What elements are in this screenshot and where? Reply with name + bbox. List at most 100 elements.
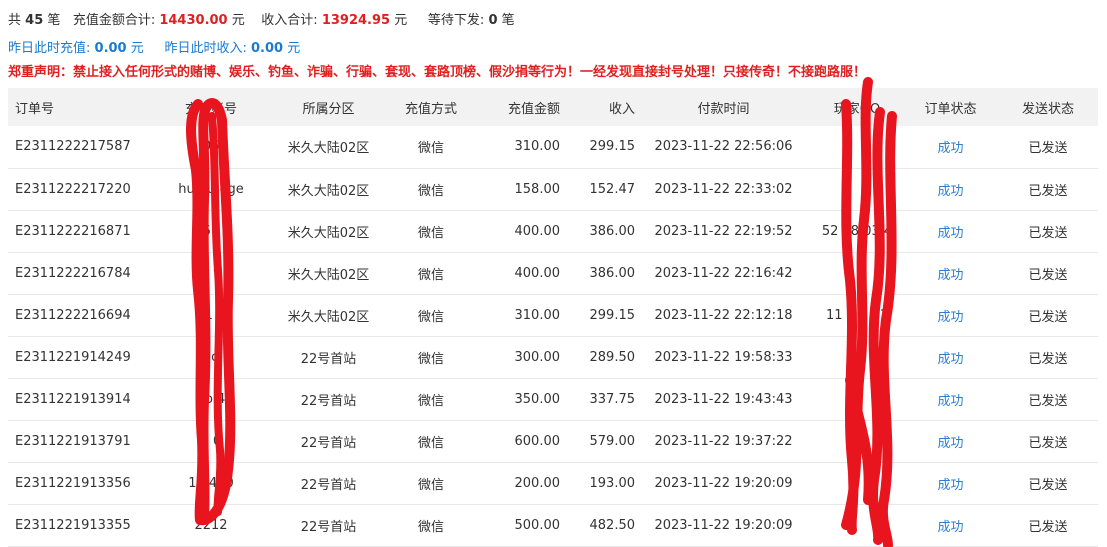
cell-order-id: E2311221914249 <box>15 349 131 365</box>
cell-order-status[interactable]: 成功 <box>903 504 998 546</box>
cell-amount: 400.00 <box>514 265 561 281</box>
cell-zone: 米久大陆02区 <box>287 141 370 157</box>
yesterday-bar: 昨日此时充值: 0.00 元 昨日此时收入: 0.00 元 <box>8 37 300 56</box>
col-account[interactable]: 充值账号 <box>156 88 266 126</box>
cell-amount: 350.00 <box>514 391 561 407</box>
cell-order-id: E2311222216694 <box>15 307 131 323</box>
cell-income: 386.00 <box>589 223 636 239</box>
cell-method: 微信 <box>417 267 444 283</box>
cell-income: 289.50 <box>589 349 636 365</box>
cell-send-status: 已发送 <box>1028 141 1068 157</box>
cell-amount: 310.00 <box>514 139 561 155</box>
cell-player-qq <box>811 462 903 504</box>
col-income[interactable]: 收入 <box>561 88 636 126</box>
table-row: E2311221913791 6 0 22号首站 微信 600.00 579.00 2023… <box>8 420 1098 462</box>
cell-method: 微信 <box>417 309 444 325</box>
cell-account: 12 430 <box>188 475 234 491</box>
cell-method: 微信 <box>417 477 444 493</box>
col-order-status[interactable]: 订单状态 <box>903 88 998 126</box>
cell-income: 579.00 <box>589 433 636 449</box>
cell-zone: 米久大陆02区 <box>287 183 370 199</box>
yesterday-recharge-unit: 元 <box>130 41 144 56</box>
cell-order-id: E2311222217587 <box>15 139 131 155</box>
cell-order-id: E2311222216871 <box>15 223 131 239</box>
cell-player-qq <box>811 126 903 168</box>
cell-zone: 米久大陆02区 <box>287 225 370 241</box>
cell-send-status: 已发送 <box>1028 519 1068 535</box>
cell-order-status[interactable]: 成功 <box>903 378 998 420</box>
col-player-qq[interactable]: 玩家QQ <box>811 88 903 126</box>
cell-order-status[interactable]: 成功 <box>903 168 998 210</box>
table-row: E2311221913356 12 430 22号首站 微信 200.00 193.00 2… <box>8 462 1098 504</box>
cell-order-status[interactable]: 成功 <box>903 294 998 336</box>
cell-send-status: 已发送 <box>1028 309 1068 325</box>
cell-player-qq <box>811 378 903 420</box>
table-row: E2311222217587 06 米久大陆02区 微信 310.00 299.15 202… <box>8 126 1098 168</box>
yesterday-income-value: 0.00 <box>250 41 284 56</box>
yesterday-recharge-label: 昨日此时充值: <box>8 41 91 56</box>
cell-zone: 22号首站 <box>300 477 357 493</box>
cell-amount: 310.00 <box>514 307 561 323</box>
pending-label: 等待下发: <box>427 13 485 28</box>
pending-value: 0 <box>488 13 498 28</box>
table-row: E2311222216694 a1 0 米久大陆02区 微信 310.00 299.15 2… <box>8 294 1098 336</box>
table-row: E2311222217220 hu hu ege 米久大陆02区 微信 158.00 15… <box>8 168 1098 210</box>
cell-pay-time: 2023-11-22 22:33:02 <box>654 181 793 197</box>
cell-pay-time: 2023-11-22 19:58:33 <box>654 349 793 365</box>
cell-pay-time: 2023-11-22 22:12:18 <box>654 307 793 323</box>
orders-table: 订单号 充值账号 所属分区 充值方式 充值金额 收入 付款时间 玩家QQ 订单状… <box>8 88 1098 547</box>
cell-player-qq: 52 48 03 4 <box>821 223 893 239</box>
cell-player-qq <box>811 168 903 210</box>
count-prefix: 共 <box>8 13 22 28</box>
notice-text: 郑重声明：禁止接入任何形式的赌博、娱乐、钓鱼、诈骗、行骗、套现、套路顶榜、假沙捐… <box>8 65 867 80</box>
cell-zone: 22号首站 <box>300 435 357 451</box>
cell-order-status[interactable]: 成功 <box>903 252 998 294</box>
count-suffix: 笔 <box>47 13 61 28</box>
col-pay-time[interactable]: 付款时间 <box>636 88 811 126</box>
cell-income: 386.00 <box>589 265 636 281</box>
cell-order-status[interactable]: 成功 <box>903 462 998 504</box>
cell-account: 2212 <box>194 517 228 533</box>
cell-income: 299.15 <box>589 139 636 155</box>
cell-order-id: E2311221913355 <box>15 517 131 533</box>
cell-income: 337.75 <box>589 391 636 407</box>
cell-order-id: E2311222217220 <box>15 181 131 197</box>
cell-income: 152.47 <box>589 181 636 197</box>
cell-send-status: 已发送 <box>1028 435 1068 451</box>
cell-player-qq <box>811 336 903 378</box>
cell-player-qq: 11 8 8 21 <box>825 307 889 323</box>
cell-account: 06 <box>202 139 220 155</box>
cell-method: 微信 <box>417 225 444 241</box>
col-amount[interactable]: 充值金额 <box>471 88 561 126</box>
cell-order-id: E2311221913791 <box>15 433 131 449</box>
table-header-row: 订单号 充值账号 所属分区 充值方式 充值金额 收入 付款时间 玩家QQ 订单状… <box>8 88 1098 126</box>
cell-method: 微信 <box>417 183 444 199</box>
cell-income: 482.50 <box>589 517 636 533</box>
cell-pay-time: 2023-11-22 19:20:09 <box>654 517 793 533</box>
col-zone[interactable]: 所属分区 <box>266 88 391 126</box>
table-row: E2311222216784 5 9 米久大陆02区 微信 400.00 386.00 20… <box>8 252 1098 294</box>
cell-account: 6 0 <box>200 433 222 449</box>
cell-account: qo 4 <box>196 391 226 407</box>
col-send-status[interactable]: 发送状态 <box>998 88 1098 126</box>
cell-send-status: 已发送 <box>1028 267 1068 283</box>
cell-send-status: 已发送 <box>1028 351 1068 367</box>
cell-method: 微信 <box>417 141 444 157</box>
cell-account: 56 <box>202 223 220 239</box>
income-total-value: 13924.95 <box>321 13 391 28</box>
cell-order-status[interactable]: 成功 <box>903 210 998 252</box>
cell-order-status[interactable]: 成功 <box>903 126 998 168</box>
table-row: E2311221914249 qo 22号首站 微信 300.00 289.50 2023-… <box>8 336 1098 378</box>
col-method[interactable]: 充值方式 <box>391 88 471 126</box>
cell-player-qq <box>811 504 903 546</box>
cell-zone: 米久大陆02区 <box>287 309 370 325</box>
table-row: E2311221913914 qo 4 22号首站 微信 350.00 337.75 202… <box>8 378 1098 420</box>
cell-order-status[interactable]: 成功 <box>903 336 998 378</box>
yesterday-recharge-value: 0.00 <box>94 41 127 56</box>
col-order-id[interactable]: 订单号 <box>8 88 156 126</box>
cell-zone: 米久大陆02区 <box>287 267 370 283</box>
cell-order-status[interactable]: 成功 <box>903 420 998 462</box>
cell-account: a1 0 <box>196 307 226 323</box>
cell-pay-time: 2023-11-22 19:37:22 <box>654 433 793 449</box>
cell-account: qo <box>202 349 220 365</box>
